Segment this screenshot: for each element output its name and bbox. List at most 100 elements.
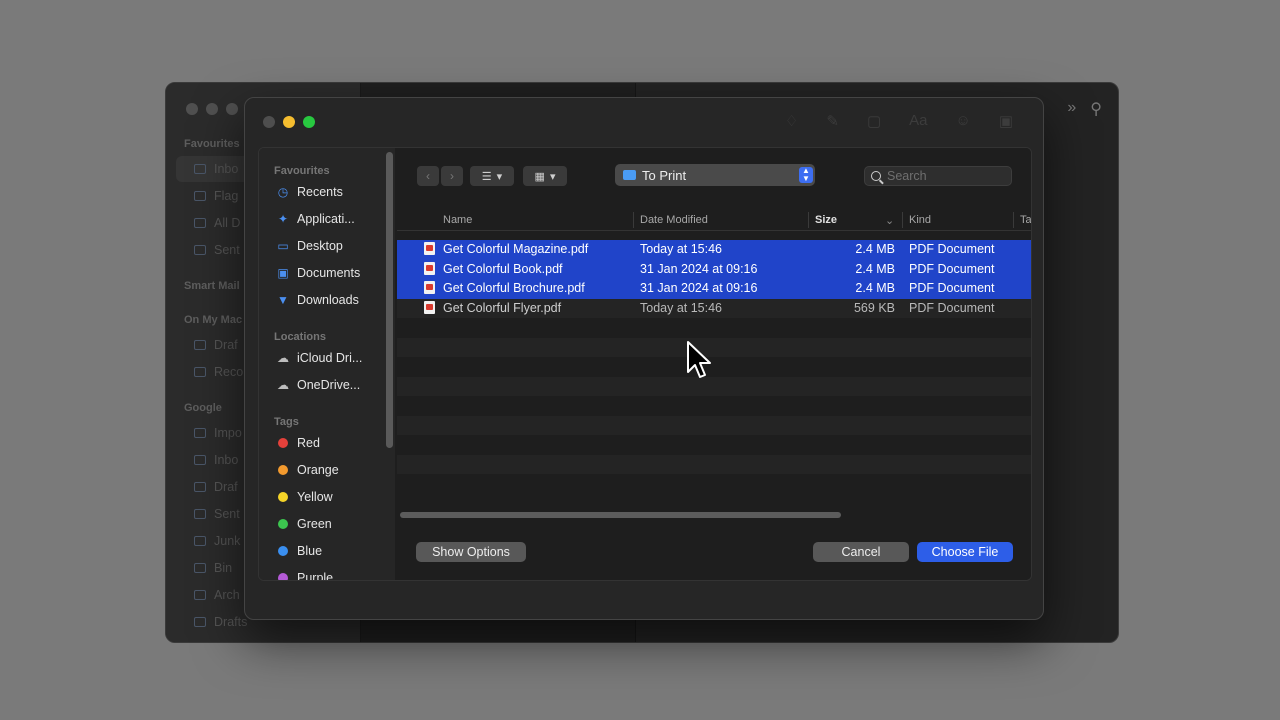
mail-toolbar: » ⚲ xyxy=(1067,99,1102,119)
file-row[interactable]: Get Colorful Flyer.pdf Today at 15:46 56… xyxy=(397,298,1031,318)
blue-tag-icon xyxy=(278,546,288,556)
file-kind: PDF Document xyxy=(909,300,995,315)
applications-icon: ✦ xyxy=(277,212,289,226)
file-name: Get Colorful Flyer.pdf xyxy=(443,300,562,315)
empty-row xyxy=(397,415,1031,435)
sidebar-item-documents[interactable]: ▣ Documents xyxy=(276,266,360,280)
horizontal-scrollbar[interactable] xyxy=(400,512,841,518)
sidebar-tag-green[interactable]: Green xyxy=(276,517,332,531)
mail-item-bin: Bin xyxy=(194,561,232,575)
more-icon: » xyxy=(1067,99,1077,116)
mail-item-google-sent: Sent xyxy=(194,507,240,521)
sidebar-tag-yellow[interactable]: Yellow xyxy=(276,490,333,504)
mail-section-google: Google xyxy=(184,402,222,414)
cloud-icon: ☁ xyxy=(277,351,289,365)
dialog-toolbar-dimmed: ♢ ✎ ▢ Aa ☺ ▣ xyxy=(785,112,1013,130)
send-icon xyxy=(194,509,206,519)
sidebar-tag-red[interactable]: Red xyxy=(276,436,320,450)
orange-tag-icon xyxy=(278,465,288,475)
file-row[interactable]: Get Colorful Magazine.pdf Today at 15:46… xyxy=(397,240,1031,260)
file-date: Today at 15:46 xyxy=(640,300,723,315)
file-rows: Get Colorful Magazine.pdf Today at 15:46… xyxy=(397,240,1031,494)
file-size: 569 KB xyxy=(853,300,895,315)
file-kind: PDF Document xyxy=(909,261,995,276)
sidebar-tag-orange[interactable]: Orange xyxy=(276,463,339,477)
format-icon: Aa xyxy=(909,112,928,129)
file-date: 31 Jan 2024 at 09:16 xyxy=(640,281,758,295)
forward-button[interactable]: › xyxy=(441,166,463,186)
column-name[interactable]: Name xyxy=(443,214,472,226)
mail-item-junk: Junk xyxy=(194,534,240,548)
column-tags[interactable]: Ta xyxy=(1020,214,1031,226)
file-size: 2.4 MB xyxy=(855,242,895,256)
sidebar-section-tags: Tags xyxy=(274,416,299,428)
mail-section-smart: Smart Mail xyxy=(184,280,240,292)
archive-icon xyxy=(194,590,206,600)
column-headers: Name Date Modified Size ⌄ Kind Ta xyxy=(397,209,1031,231)
sidebar-item-icloud[interactable]: ☁ iCloud Dri... xyxy=(276,351,362,365)
mail-item-flagged: Flag xyxy=(194,189,238,203)
junk-icon xyxy=(194,536,206,546)
file-date: 31 Jan 2024 at 09:16 xyxy=(640,261,758,276)
choose-file-button[interactable]: Choose File xyxy=(917,542,1013,562)
column-kind[interactable]: Kind xyxy=(909,214,931,226)
yellow-tag-icon xyxy=(278,492,288,502)
close-button[interactable] xyxy=(263,116,275,128)
list-icon: ☰ xyxy=(481,170,492,183)
nav-buttons: ‹ › xyxy=(417,166,463,186)
sidebar-item-desktop[interactable]: ▭ Desktop xyxy=(276,239,343,253)
location-popup[interactable]: To Print ▲ ▼ xyxy=(615,164,815,186)
file-row[interactable]: Get Colorful Brochure.pdf 31 Jan 2024 at… xyxy=(397,279,1031,299)
sidebar-section-locations: Locations xyxy=(274,331,326,343)
chevron-down-icon: ▾ xyxy=(496,170,503,183)
column-date-modified[interactable]: Date Modified xyxy=(640,214,708,226)
sidebar-item-applications[interactable]: ✦ Applicati... xyxy=(276,212,355,226)
sidebar-item-downloads[interactable]: ▼ Downloads xyxy=(276,293,359,307)
trash-icon xyxy=(194,563,206,573)
show-options-button[interactable]: Show Options xyxy=(416,542,526,562)
maximize-button[interactable] xyxy=(303,116,315,128)
file-row[interactable]: Get Colorful Book.pdf 31 Jan 2024 at 09:… xyxy=(397,259,1031,279)
search-icon: ⚲ xyxy=(1090,101,1102,118)
file-name: Get Colorful Book.pdf xyxy=(443,261,563,276)
sidebar-item-onedrive[interactable]: ☁ OneDrive... xyxy=(276,378,360,392)
chevron-down-icon: ▾ xyxy=(549,170,556,183)
document-icon xyxy=(194,617,206,627)
sidebar-tag-purple[interactable]: Purple xyxy=(276,571,333,580)
pdf-icon xyxy=(424,281,435,294)
search-field[interactable] xyxy=(864,166,1012,186)
mail-item-drafts-local: Draf xyxy=(194,338,238,352)
mail-section-favourites: Favourites xyxy=(184,138,240,150)
cancel-button[interactable]: Cancel xyxy=(813,542,909,562)
traffic-lights xyxy=(263,116,315,128)
file-size: 2.4 MB xyxy=(855,261,895,276)
paperclip-icon: ✎ xyxy=(826,113,839,130)
back-button[interactable]: ‹ xyxy=(417,166,439,186)
green-tag-icon xyxy=(278,519,288,529)
file-kind: PDF Document xyxy=(909,242,995,256)
mail-section-on-my-mac: On My Mac xyxy=(184,314,243,326)
photo-icon: ▣ xyxy=(998,113,1013,130)
mail-item-google-inbox: Inbo xyxy=(194,453,238,467)
location-label: To Print xyxy=(642,167,687,183)
sidebar-section-favourites: Favourites xyxy=(274,165,330,177)
sort-chevron-icon: ⌄ xyxy=(885,215,895,227)
mail-item-important: Impo xyxy=(194,426,242,440)
sidebar-scrollbar[interactable] xyxy=(386,152,393,448)
folder-icon xyxy=(623,170,636,180)
empty-row xyxy=(397,357,1031,377)
finder-sidebar[interactable]: Favourites ◷ Recents ✦ Applicati... ▭ Deskt… xyxy=(259,148,395,580)
grid-icon: ▦ xyxy=(534,170,545,183)
search-input[interactable] xyxy=(887,169,1002,183)
list-view-button[interactable]: ☰ ▾ xyxy=(470,166,514,186)
tag-icon: ♢ xyxy=(784,113,799,130)
sidebar-tag-blue[interactable]: Blue xyxy=(276,544,322,558)
minimize-button[interactable] xyxy=(283,116,295,128)
column-size[interactable]: Size xyxy=(815,214,837,226)
grid-view-button[interactable]: ▦ ▾ xyxy=(523,166,567,186)
document-icon: ▣ xyxy=(277,266,289,280)
inbox-icon xyxy=(194,164,206,174)
flag-icon xyxy=(194,191,206,201)
document-icon xyxy=(194,218,206,228)
sidebar-item-recents[interactable]: ◷ Recents xyxy=(276,185,343,199)
